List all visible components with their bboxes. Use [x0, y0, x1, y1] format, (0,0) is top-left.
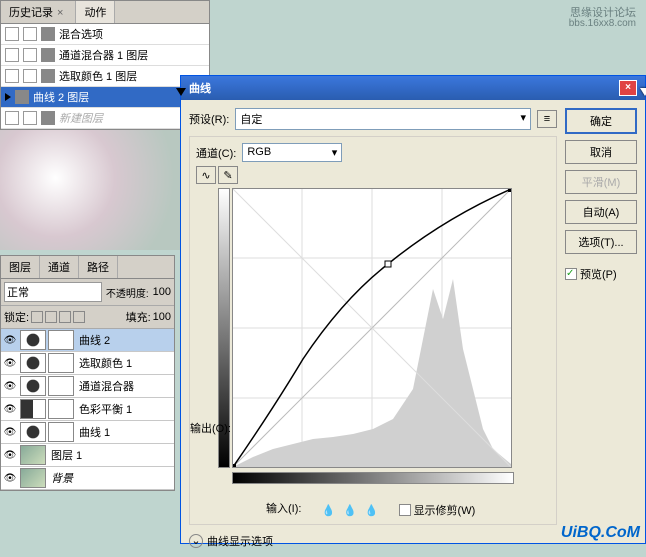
layers-tabs: 图层 通道 路径 — [1, 256, 174, 279]
tab-layers[interactable]: 图层 — [1, 256, 40, 278]
background-image — [0, 130, 185, 250]
eyedropper-white-icon[interactable]: 💧 — [365, 504, 379, 517]
lock-row: 锁定: 填充: 100 — [1, 306, 174, 329]
curve-point[interactable] — [508, 189, 511, 192]
input-gradient — [232, 472, 514, 484]
preview-label: 预览(P) — [580, 266, 617, 282]
curve-point-tool[interactable]: ∿ — [196, 166, 216, 184]
curve-svg — [233, 189, 511, 467]
ok-button[interactable]: 确定 — [565, 108, 637, 134]
layer-thumb — [20, 353, 46, 373]
opacity-label: 不透明度: — [106, 285, 149, 300]
layer-thumb — [20, 399, 46, 419]
layer-icon — [41, 27, 55, 41]
channel-select[interactable]: RGB▾ — [242, 143, 342, 162]
layer-mask — [48, 422, 74, 442]
tab-paths[interactable]: 路径 — [79, 256, 118, 278]
smooth-button: 平滑(M) — [565, 170, 637, 194]
layers-list: 曲线 2 选取颜色 1 通道混合器 色彩平衡 1 曲线 1 图层 1 背景 — [1, 329, 174, 490]
curve-pencil-tool[interactable]: ✎ — [218, 166, 238, 184]
layer-icon — [41, 48, 55, 62]
close-button[interactable]: × — [619, 80, 637, 96]
layer-mask — [48, 376, 74, 396]
layer-thumb — [20, 376, 46, 396]
layer-mask — [48, 353, 74, 373]
eye-icon[interactable] — [2, 356, 18, 370]
eyedropper-black-icon[interactable]: 💧 — [321, 504, 335, 517]
curve-graph[interactable] — [232, 188, 512, 468]
layer-item[interactable]: 色彩平衡 1 — [1, 398, 174, 421]
curve-point[interactable] — [233, 464, 236, 467]
history-tabs: 历史记录× 动作 — [1, 1, 209, 24]
cancel-button[interactable]: 取消 — [565, 140, 637, 164]
dialog-title: 曲线 — [189, 80, 211, 96]
layer-icon — [41, 111, 55, 125]
eyedropper-gray-icon[interactable]: 💧 — [343, 504, 357, 517]
layer-thumb — [20, 422, 46, 442]
history-item[interactable]: 通道混合器 1 图层 — [1, 45, 209, 66]
output-label: 输出(O): — [190, 420, 231, 436]
layer-thumb — [20, 445, 46, 465]
eye-icon[interactable] — [2, 333, 18, 347]
layer-mask — [48, 399, 74, 419]
lock-move-icon[interactable] — [59, 311, 71, 323]
preview-checkbox[interactable] — [565, 268, 577, 280]
white-point-slider[interactable] — [640, 88, 646, 96]
show-clip-checkbox[interactable] — [399, 504, 411, 516]
tab-history[interactable]: 历史记录× — [1, 1, 76, 23]
watermark-site: bbs.16xx8.com — [569, 18, 636, 29]
tab-channels[interactable]: 通道 — [40, 256, 79, 278]
layer-thumb — [20, 330, 46, 350]
preset-label: 预设(R): — [189, 111, 229, 127]
layer-item[interactable]: 曲线 1 — [1, 421, 174, 444]
expand-options-button[interactable]: ⌄ — [189, 534, 203, 548]
preset-select[interactable]: 自定▾ — [235, 108, 531, 130]
expand-options-label: 曲线显示选项 — [207, 533, 273, 549]
blend-mode-row: 正常 不透明度: 100 — [1, 279, 174, 306]
layer-item[interactable]: 选取颜色 1 — [1, 352, 174, 375]
history-item[interactable]: 混合选项 — [1, 24, 209, 45]
dialog-titlebar[interactable]: 曲线 × — [181, 76, 645, 100]
layers-panel: 图层 通道 路径 正常 不透明度: 100 锁定: 填充: 100 曲线 2 选… — [0, 255, 175, 491]
layer-item[interactable]: 通道混合器 — [1, 375, 174, 398]
curve-point[interactable] — [385, 261, 391, 267]
channel-label: 通道(C): — [196, 145, 236, 161]
input-label: 输入(I): — [266, 500, 301, 516]
chevron-down-icon: ▾ — [520, 111, 526, 127]
blend-mode-select[interactable]: 正常 — [4, 282, 102, 302]
layer-mask — [48, 330, 74, 350]
eye-icon[interactable] — [2, 425, 18, 439]
black-point-slider[interactable] — [176, 88, 186, 96]
history-panel: 历史记录× 动作 混合选项 通道混合器 1 图层 选取颜色 1 图层 曲线 2 … — [0, 0, 210, 130]
tab-actions[interactable]: 动作 — [76, 1, 115, 23]
layer-thumb — [20, 468, 46, 488]
eye-icon[interactable] — [2, 402, 18, 416]
history-list: 混合选项 通道混合器 1 图层 选取颜色 1 图层 曲线 2 图层 新建图层 — [1, 24, 209, 129]
fill-value[interactable]: 100 — [153, 311, 171, 323]
lock-paint-icon[interactable] — [45, 311, 57, 323]
eye-icon[interactable] — [2, 471, 18, 485]
layer-item[interactable]: 曲线 2 — [1, 329, 174, 352]
eye-icon[interactable] — [2, 448, 18, 462]
preset-menu-icon[interactable]: ≡ — [537, 110, 557, 128]
history-item-disabled[interactable]: 新建图层 — [1, 108, 209, 129]
arrow-icon — [5, 93, 11, 101]
options-button[interactable]: 选项(T)... — [565, 230, 637, 254]
chevron-down-icon: ▾ — [332, 146, 338, 159]
auto-button[interactable]: 自动(A) — [565, 200, 637, 224]
layer-item[interactable]: 背景 — [1, 467, 174, 490]
show-clip-label: 显示修剪(W) — [414, 502, 476, 518]
layer-icon — [15, 90, 29, 104]
layer-icon — [41, 69, 55, 83]
opacity-value[interactable]: 100 — [153, 286, 171, 298]
lock-trans-icon[interactable] — [31, 311, 43, 323]
curves-dialog: 曲线 × 预设(R): 自定▾ ≡ 通道(C): RGB▾ ∿ ✎ — [180, 75, 646, 544]
lock-all-icon[interactable] — [73, 311, 85, 323]
history-item[interactable]: 选取颜色 1 图层 — [1, 66, 209, 87]
close-icon[interactable]: × — [53, 5, 67, 21]
layer-item[interactable]: 图层 1 — [1, 444, 174, 467]
eye-icon[interactable] — [2, 379, 18, 393]
watermark-logo: UiBQ.CoM — [561, 524, 640, 542]
